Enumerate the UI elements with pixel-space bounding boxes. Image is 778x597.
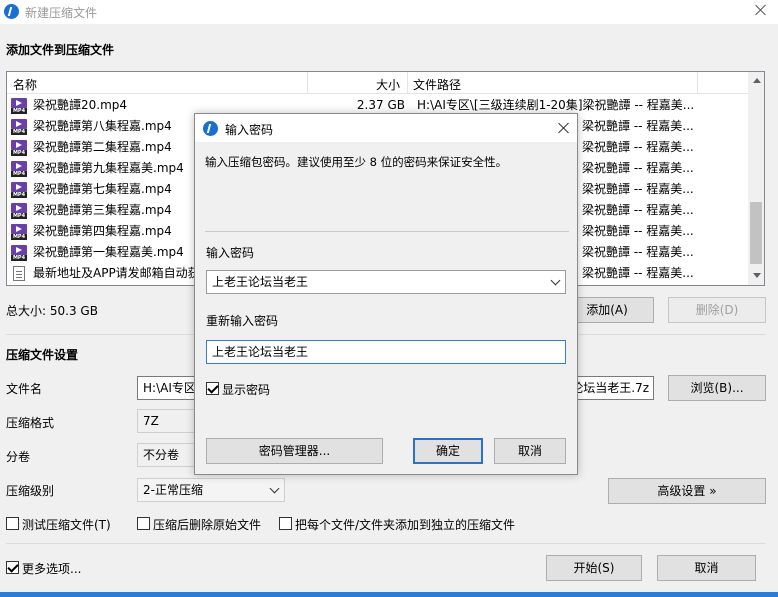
file-list-header: 名称 大小 文件路径 (7, 72, 764, 94)
divider (205, 231, 569, 232)
dialog-cancel-button[interactable]: 取消 (494, 438, 566, 464)
file-name: 最新地址及APP请发邮箱自动获 (33, 266, 200, 280)
app-logo-icon (4, 4, 19, 19)
delete-after-label[interactable]: 压缩后删除原始文件 (153, 516, 261, 533)
enter-password-input[interactable]: 上老王论坛当老王 (206, 270, 566, 294)
enter-password-value: 上老王论坛当老王 (212, 275, 309, 289)
file-name: 梁祝艷譚第一集程嘉美.mp4 (33, 245, 184, 259)
cancel-button[interactable]: 取消 (657, 555, 756, 581)
test-archive-label[interactable]: 测试压缩文件(T) (22, 516, 111, 533)
enter-password-label: 输入密码 (206, 246, 255, 260)
mp4-file-icon: MP4 (11, 161, 27, 177)
title-bar: 新建压缩文件 (0, 0, 778, 24)
level-select[interactable]: 2-正常压缩 (137, 478, 285, 502)
level-value: 2-正常压缩 (143, 483, 203, 497)
mp4-file-icon: MP4 (11, 140, 27, 156)
format-value: 7Z (143, 414, 159, 428)
file-path: 梁祝艷譚 -- 程嘉美... (582, 224, 694, 238)
start-button[interactable]: 开始(S) (546, 555, 642, 581)
filename-label: 文件名 (6, 382, 43, 396)
scroll-up-icon[interactable] (753, 78, 761, 83)
file-path: 梁祝艷譚 -- 程嘉美... (582, 140, 694, 154)
separate-archives-checkbox[interactable] (279, 517, 292, 530)
mp4-file-icon: MP4 (11, 119, 27, 135)
format-select[interactable]: 7Z (137, 409, 195, 433)
column-name[interactable]: 名称 (13, 76, 37, 93)
chevron-down-icon (550, 275, 561, 286)
show-password-checkbox[interactable] (206, 382, 219, 395)
advanced-settings-button[interactable]: 高级设置 » (608, 478, 766, 504)
format-label: 压缩格式 (6, 416, 55, 430)
reenter-password-label: 重新输入密码 (206, 314, 279, 328)
mp4-file-icon: MP4 (11, 224, 27, 240)
column-size[interactable]: 大小 (376, 76, 400, 93)
reenter-password-input[interactable]: 上老王论坛当老王 (206, 340, 566, 364)
separate-archives-label[interactable]: 把每个文件/文件夹添加到独立的压缩文件 (295, 516, 515, 533)
dialog-hint: 输入压缩包密码。建议使用至少 8 位的密码来保证安全性。 (205, 155, 508, 169)
show-password-label[interactable]: 显示密码 (222, 381, 270, 398)
dialog-close-icon[interactable] (557, 121, 571, 135)
reenter-password-value: 上老王论坛当老王 (212, 345, 309, 359)
file-path: 梁祝艷譚 -- 程嘉美... (582, 119, 694, 133)
total-size: 总大小: 50.3 GB (6, 304, 98, 318)
section-add-title: 添加文件到压缩文件 (6, 43, 115, 57)
text-file-icon (13, 266, 25, 281)
close-icon[interactable] (754, 3, 768, 17)
split-value: 不分卷 (143, 448, 180, 462)
dialog-body: 输入压缩包密码。建议使用至少 8 位的密码来保证安全性。 输入密码 上老王论坛当… (195, 142, 577, 474)
file-name: 梁祝艷譚第四集程嘉.mp4 (33, 224, 172, 238)
split-label: 分卷 (6, 450, 31, 464)
file-path: 梁祝艷譚 -- 程嘉美... (582, 161, 694, 175)
mp4-file-icon: MP4 (11, 182, 27, 198)
file-name: 梁祝艷譚第二集程嘉.mp4 (33, 140, 172, 154)
filename-tail: 论坛当老王.7z (571, 381, 649, 395)
file-name: 梁祝艷譚第九集程嘉美.mp4 (33, 161, 184, 175)
file-list-scrollbar[interactable] (748, 72, 764, 285)
scroll-thumb[interactable] (750, 202, 762, 264)
delete-after-checkbox[interactable] (137, 517, 150, 530)
ok-button[interactable]: 确定 (413, 438, 483, 464)
filename-value: H:\AI专区 (143, 381, 196, 395)
file-name: 梁祝艷譚第三集程嘉.mp4 (33, 203, 172, 217)
settings-title: 压缩文件设置 (6, 348, 79, 362)
divider (6, 543, 766, 544)
browse-button[interactable]: 浏览(B)... (668, 375, 766, 401)
file-path: 梁祝艷譚 -- 程嘉美... (582, 203, 694, 217)
file-name: 梁祝艷譚第八集程嘉.mp4 (33, 119, 172, 133)
column-path[interactable]: 文件路径 (413, 76, 461, 93)
window-title: 新建压缩文件 (25, 6, 98, 20)
password-dialog: 输入密码 输入压缩包密码。建议使用至少 8 位的密码来保证安全性。 输入密码 上… (194, 113, 578, 475)
delete-button[interactable]: 删除(D) (668, 297, 766, 323)
file-path: 梁祝艷譚 -- 程嘉美... (582, 245, 694, 259)
more-options-label[interactable]: 更多选项... (22, 560, 81, 577)
file-path: 梁祝艷譚 -- 程嘉美... (582, 266, 694, 280)
chevron-down-icon (269, 483, 280, 494)
password-manager-button[interactable]: 密码管理器... (206, 438, 383, 464)
test-archive-checkbox[interactable] (6, 517, 19, 530)
app-logo-icon (203, 121, 218, 136)
more-options-checkbox[interactable] (6, 561, 19, 574)
bottom-accent (0, 592, 778, 597)
level-label: 压缩级别 (6, 484, 55, 498)
mp4-file-icon: MP4 (11, 245, 27, 261)
scroll-down-icon[interactable] (753, 273, 761, 278)
file-name: 梁祝艷譚20.mp4 (33, 98, 128, 112)
mp4-file-icon: MP4 (11, 203, 27, 219)
dialog-title: 输入密码 (225, 123, 274, 137)
file-path: 梁祝艷譚 -- 程嘉美... (582, 182, 694, 196)
dialog-title-bar: 输入密码 (195, 114, 577, 142)
file-name: 梁祝艷譚第七集程嘉.mp4 (33, 182, 172, 196)
split-select[interactable]: 不分卷 (137, 443, 195, 467)
mp4-file-icon: MP4 (11, 98, 27, 114)
